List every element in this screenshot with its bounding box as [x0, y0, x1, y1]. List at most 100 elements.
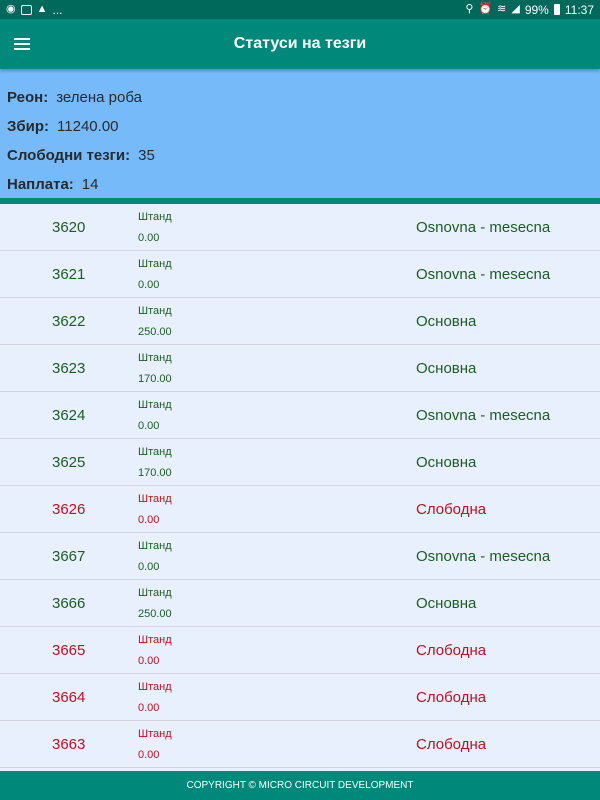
stall-row[interactable]: 3621 Штанд 0.00 Osnovna - mesecna: [0, 251, 600, 298]
stall-number: 3625: [52, 453, 86, 471]
stall-row[interactable]: 3620 Штанд 0.00 Osnovna - mesecna: [0, 204, 600, 251]
stall-type: Штанд: [138, 493, 172, 505]
stall-type: Штанд: [138, 540, 172, 552]
battery-icon: [553, 4, 560, 15]
stall-status: Слободна: [416, 688, 487, 706]
stall-details: Штанд 0.00: [138, 630, 172, 672]
stall-row[interactable]: 3667 Штанд 0.00 Osnovna - mesecna: [0, 533, 600, 580]
stall-status: Основна: [416, 359, 477, 377]
stall-number: 3666: [52, 594, 86, 612]
stall-row[interactable]: 3666 Штанд 250.00 Основна: [0, 580, 600, 627]
stall-amount: 0.00: [138, 702, 160, 714]
stall-row[interactable]: 3665 Штанд 0.00 Слободна: [0, 627, 600, 674]
stall-number: 3626: [52, 500, 86, 518]
stall-details: Штанд 0.00: [138, 395, 172, 437]
hamburger-menu-icon: [14, 38, 30, 50]
stall-details: Штанд 0.00: [138, 724, 172, 766]
stall-number: 3624: [52, 406, 86, 424]
stall-status: Слободна: [416, 641, 487, 659]
stall-status: Слободна: [416, 500, 487, 518]
app-bar: Статуси на тезги: [0, 19, 600, 69]
stall-details: Штанд 250.00: [138, 301, 172, 343]
stall-amount: 250.00: [138, 326, 172, 338]
stall-row[interactable]: 3663 Штанд 0.00 Слободна: [0, 721, 600, 768]
stall-details: Штанд 0.00: [138, 489, 172, 531]
stall-type: Штанд: [138, 728, 172, 740]
region-label: Реон:: [7, 89, 49, 106]
collection-value: 14: [81, 176, 99, 193]
stall-amount: 0.00: [138, 514, 160, 526]
status-bar-system: ⚲ ⏰ ≋ ◢ 99% 11:37: [465, 3, 594, 17]
copyright-text: COPYRIGHT © MICRO CIRCUIT DEVELOPMENT: [186, 780, 414, 791]
stall-number: 3663: [52, 735, 86, 753]
wifi-icon: ≋: [497, 3, 507, 15]
stall-details: Штанд 250.00: [138, 583, 172, 625]
stall-type: Штанд: [138, 399, 172, 411]
stall-amount: 170.00: [138, 467, 172, 479]
region-row: Реон: зелена роба: [0, 83, 600, 112]
stall-number: 3622: [52, 312, 86, 330]
total-value: 11240.00: [57, 118, 119, 135]
stall-amount: 0.00: [138, 561, 160, 573]
stall-amount: 0.00: [138, 749, 160, 761]
stall-type: Штанд: [138, 211, 172, 223]
stall-number: 3623: [52, 359, 86, 377]
system-status-bar: ◉ ▲ ... ⚲ ⏰ ≋ ◢ 99% 11:37: [0, 0, 600, 19]
location-icon: ⚲: [465, 3, 474, 15]
stall-type: Штанд: [138, 634, 172, 646]
collection-row: Наплата: 14: [0, 170, 600, 199]
stall-number: 3665: [52, 641, 86, 659]
stall-type: Штанд: [138, 446, 172, 458]
stall-status: Слободна: [416, 735, 487, 753]
stall-row[interactable]: 3664 Штанд 0.00 Слободна: [0, 674, 600, 721]
signal-icon: ◢: [511, 3, 520, 15]
stall-amount: 0.00: [138, 232, 160, 244]
stall-number: 3620: [52, 218, 86, 236]
stall-details: Штанд 0.00: [138, 677, 172, 719]
stall-status: Основна: [416, 594, 477, 612]
clock: 11:37: [564, 2, 594, 17]
stall-row[interactable]: 3623 Штанд 170.00 Основна: [0, 345, 600, 392]
total-label: Збир:: [7, 118, 50, 135]
stall-status: Osnovna - mesecna: [416, 406, 551, 424]
stall-row[interactable]: 3625 Штанд 170.00 Основна: [0, 439, 600, 486]
summary-panel: Реон: зелена роба Збир: 11240.00 Слободн…: [0, 69, 600, 198]
free-stalls-value: 35: [138, 147, 155, 164]
menu-button[interactable]: [0, 19, 44, 69]
stall-amount: 250.00: [138, 608, 172, 620]
stall-type: Штанд: [138, 305, 172, 317]
stall-details: Штанд 170.00: [138, 442, 172, 484]
free-stalls-label: Слободни тезги:: [7, 147, 131, 164]
stall-type: Штанд: [138, 258, 172, 270]
stall-details: Штанд 0.00: [138, 207, 172, 249]
stall-number: 3664: [52, 688, 86, 706]
stall-number: 3621: [52, 265, 86, 283]
stall-type: Штанд: [138, 352, 172, 364]
stall-list[interactable]: 3620 Штанд 0.00 Osnovna - mesecna 3621 Штанд 0…: [0, 204, 600, 771]
collection-label: Наплата:: [7, 176, 74, 193]
app-notification-icon: ◉: [6, 3, 16, 15]
stall-row[interactable]: 3622 Штанд 250.00 Основна: [0, 298, 600, 345]
more-notifications: ...: [52, 2, 63, 17]
free-stalls-row: Слободни тезги: 35: [0, 141, 600, 170]
stall-row[interactable]: 3626 Штанд 0.00 Слободна: [0, 486, 600, 533]
warning-icon: ▲: [36, 3, 48, 15]
stall-details: Штанд 0.00: [138, 536, 172, 578]
stall-amount: 0.00: [138, 420, 160, 432]
total-row: Збир: 11240.00: [0, 112, 600, 141]
stall-row[interactable]: 3624 Штанд 0.00 Osnovna - mesecna: [0, 392, 600, 439]
image-icon: [20, 4, 32, 15]
stall-type: Штанд: [138, 587, 172, 599]
alarm-icon: ⏰: [478, 3, 493, 15]
page-title: Статуси на тезги: [233, 35, 367, 52]
stall-details: Штанд 170.00: [138, 348, 172, 390]
stall-amount: 0.00: [138, 279, 160, 291]
footer: COPYRIGHT © MICRO CIRCUIT DEVELOPMENT: [0, 771, 600, 800]
stall-status: Osnovna - mesecna: [416, 547, 551, 565]
stall-status: Osnovna - mesecna: [416, 265, 551, 283]
stall-amount: 170.00: [138, 373, 172, 385]
stall-type: Штанд: [138, 681, 172, 693]
stall-details: Штанд 0.00: [138, 254, 172, 296]
battery-level: 99%: [524, 2, 549, 17]
stall-status: Osnovna - mesecna: [416, 218, 551, 236]
